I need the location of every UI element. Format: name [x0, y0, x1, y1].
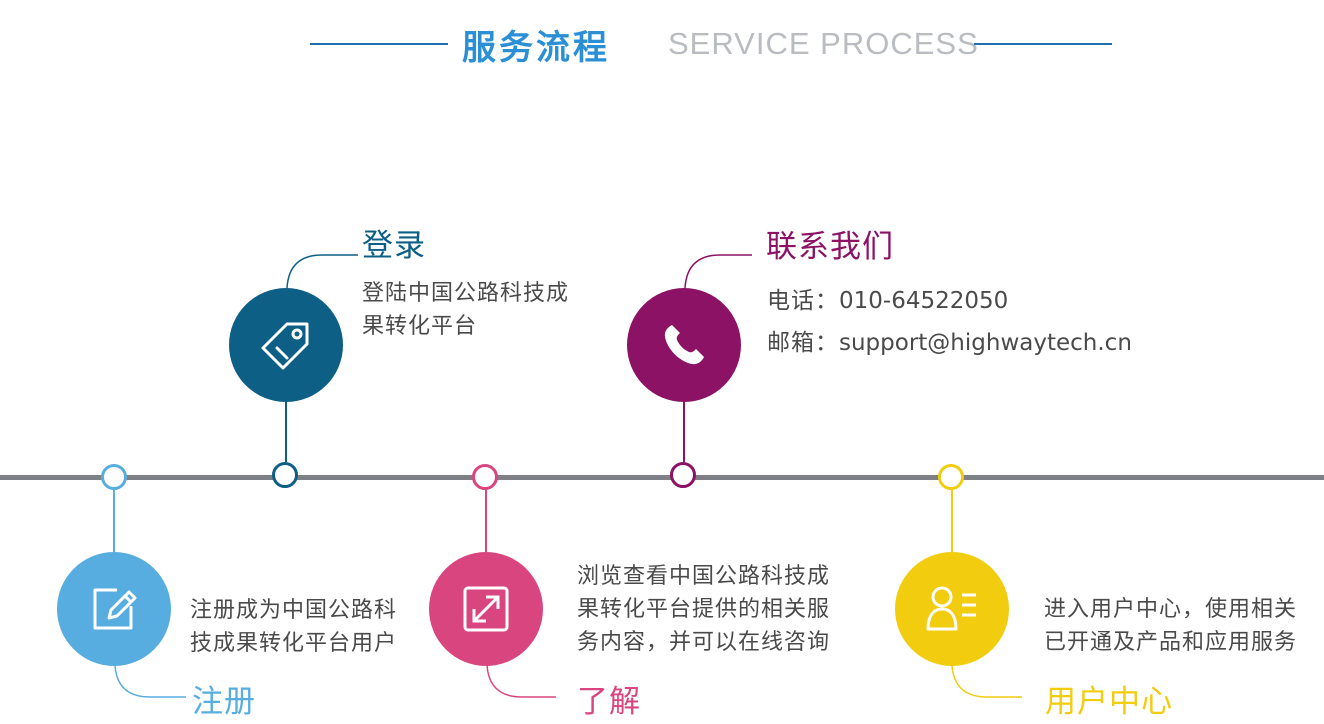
connector-learn	[485, 490, 487, 552]
learn-circle[interactable]	[429, 552, 543, 666]
tag-icon	[261, 322, 309, 370]
timeline-node-register	[101, 464, 127, 490]
login-desc-line1: 登陆中国公路科技成	[362, 281, 570, 306]
connector-register	[113, 490, 115, 552]
user-center-circle[interactable]	[895, 552, 1009, 666]
timeline-node-learn	[472, 464, 498, 490]
expand-icon	[463, 586, 509, 632]
user-list-icon	[926, 586, 976, 631]
contact-email-row: 邮箱：support@highwaytech.cn	[767, 323, 1132, 357]
learn-desc-line3: 务内容，并可以在线咨询	[577, 630, 831, 655]
contact-title: 联系我们	[766, 229, 894, 265]
login-title: 登录	[362, 228, 426, 264]
edit-icon	[93, 588, 137, 630]
contact-phone-row: 电话：010-64522050	[767, 281, 1008, 315]
connector-login	[285, 402, 287, 462]
timeline-node-contact	[670, 462, 696, 488]
timeline-node-user-center	[938, 464, 964, 490]
login-circle[interactable]	[229, 288, 343, 402]
register-title: 注册	[192, 684, 256, 720]
phone-icon	[664, 325, 704, 365]
contact-circle[interactable]	[627, 288, 741, 402]
connector-user-center	[951, 490, 953, 552]
user-center-title: 用户中心	[1045, 684, 1173, 720]
phone-number[interactable]: 010-64522050	[839, 288, 1008, 314]
user-center-desc-line2: 已开通及产品和应用服务	[1044, 630, 1298, 655]
user-center-desc-line1: 进入用户中心，使用相关	[1044, 597, 1298, 622]
learn-desc-line2: 果转化平台提供的相关服	[577, 597, 831, 622]
timeline-node-login	[272, 462, 298, 488]
phone-label: 电话：	[767, 288, 839, 314]
learn-desc-line1: 浏览查看中国公路科技成	[577, 564, 831, 589]
register-desc-line1: 注册成为中国公路科	[190, 598, 398, 623]
register-desc-line2: 技成果转化平台用户	[190, 631, 398, 656]
register-circle[interactable]	[57, 552, 171, 666]
learn-title: 了解	[577, 684, 641, 720]
connector-contact	[683, 402, 685, 462]
login-desc-line2: 果转化平台	[362, 314, 478, 339]
email-address[interactable]: support@highwaytech.cn	[839, 330, 1132, 356]
email-label: 邮箱：	[767, 330, 839, 356]
